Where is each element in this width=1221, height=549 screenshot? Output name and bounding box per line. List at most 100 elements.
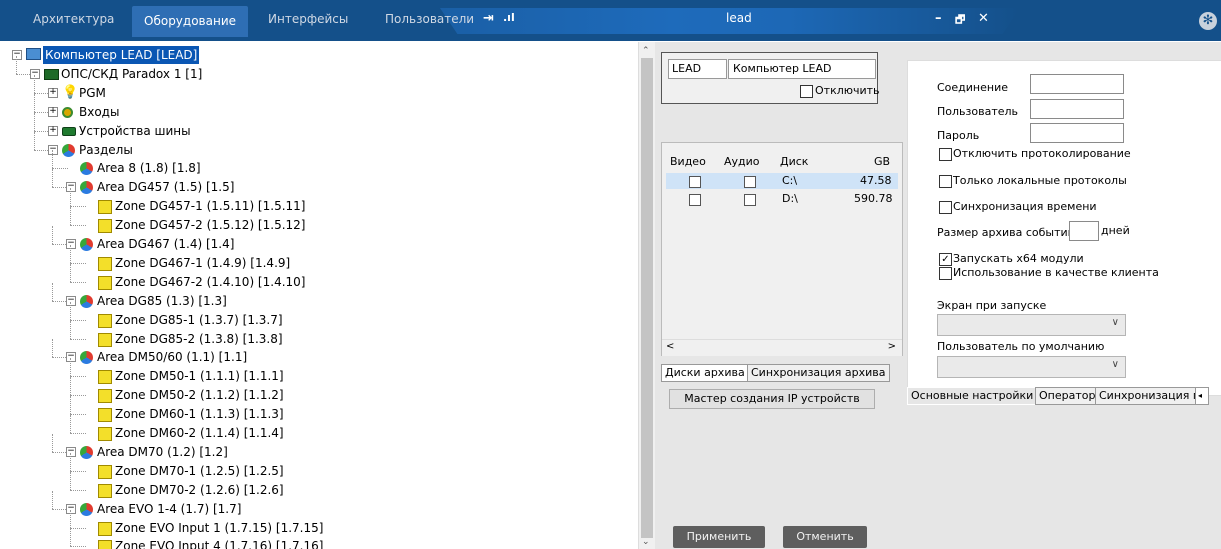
tree-item[interactable]: − Area DM50/60 (1.1) [1.1] — [0, 339, 636, 366]
tree-item[interactable]: Zone DM50-2 (1.1.2) [1.1.2] — [0, 377, 636, 404]
close-icon[interactable]: ✕ — [978, 11, 989, 26]
video-checkbox[interactable] — [689, 194, 701, 206]
tree-item[interactable]: + Устройства шины — [0, 112, 636, 140]
tree-item[interactable]: Zone DM70-2 (1.2.6) [1.2.6] — [0, 471, 636, 499]
audio-checkbox[interactable] — [744, 194, 756, 206]
tree-item[interactable]: + 💡 PGM — [0, 74, 636, 102]
local-logs-checkbox[interactable] — [939, 175, 952, 188]
connection-input[interactable] — [1030, 74, 1124, 94]
tab-interfaces[interactable]: Интерфейсы — [268, 12, 348, 26]
tree-item[interactable]: − Разделы — [0, 131, 636, 159]
as-client-checkbox[interactable] — [939, 267, 952, 280]
tree-connector — [70, 263, 71, 282]
tree-item[interactable]: Zone DG457-2 (1.5.12) [1.5.12] — [0, 207, 636, 234]
hardware-tree[interactable]: − Компьютер LEAD [LEAD] − ОПС/СКД Paradox 1… — [0, 42, 636, 549]
collapse-icon[interactable]: − — [66, 352, 76, 363]
tree-item[interactable]: Area 8 (1.8) [1.8] — [0, 150, 636, 177]
archive-size-input[interactable] — [1069, 221, 1099, 241]
scroll-right-icon[interactable]: > — [888, 341, 896, 352]
col-video: Видео — [670, 155, 706, 168]
signal-icon: .ıl — [503, 11, 515, 24]
tree-item[interactable]: − ОПС/СКД Paradox 1 [1] — [0, 55, 636, 83]
tab-archive-disks[interactable]: Диски архива — [661, 364, 749, 382]
audio-checkbox[interactable] — [744, 176, 756, 188]
tab-operator[interactable]: Оператор — [1035, 387, 1100, 405]
tree-item[interactable]: Zone EVO Input 4 (1.7.16) [1.7.16] — [0, 528, 636, 549]
apply-button[interactable]: Применить — [673, 526, 765, 548]
zone-icon — [98, 370, 112, 385]
tab-users[interactable]: Пользователи — [385, 12, 474, 26]
collapse-icon[interactable]: − — [66, 239, 76, 249]
tree-item[interactable]: + Входы — [0, 93, 636, 121]
disk-hscrollbar[interactable]: < > — [662, 339, 902, 356]
minimize-icon[interactable]: – — [935, 11, 942, 26]
disable-checkbox[interactable] — [800, 85, 813, 98]
object-name-field[interactable]: Компьютер LEAD — [728, 59, 876, 79]
tree-item[interactable]: Zone DM60-1 (1.1.3) [1.1.3] — [0, 396, 636, 423]
tree-item[interactable]: Zone DM50-1 (1.1.1) [1.1.1] — [0, 358, 636, 385]
area-icon — [80, 445, 93, 459]
scroll-thumb[interactable] — [641, 58, 653, 538]
tree-item[interactable]: Zone DG85-1 (1.3.7) [1.3.7] — [0, 301, 636, 329]
run-x64-checkbox[interactable]: ✓ — [939, 253, 952, 266]
tree-item[interactable]: Zone DG467-2 (1.4.10) [1.4.10] — [0, 263, 636, 291]
tab-equipment[interactable]: Оборудование — [132, 6, 248, 37]
collapse-icon[interactable]: − — [66, 446, 76, 457]
tree-item[interactable]: Zone DM70-1 (1.2.5) [1.2.5] — [0, 452, 636, 480]
tree-item[interactable]: − Area DG457 (1.5) [1.5] — [0, 169, 636, 196]
collapse-icon[interactable]: − — [66, 182, 76, 193]
tree-item[interactable]: − Area EVO 1-4 (1.7) [1.7] — [0, 490, 636, 518]
tree-scrollbar[interactable]: ⌃ ⌄ — [638, 42, 655, 549]
tab-archive-sync[interactable]: Синхронизация архива — [747, 364, 890, 382]
tree-connector — [70, 338, 86, 340]
scroll-left-icon[interactable]: < — [666, 341, 674, 352]
tab-general-settings[interactable]: Основные настройки — [907, 387, 1038, 405]
expand-icon[interactable]: + — [48, 106, 58, 117]
tree-item-label: Zone DM70-1 (1.2.5) [1.2.5] — [115, 463, 284, 478]
collapse-icon[interactable]: − — [48, 144, 58, 155]
tree-connector — [70, 433, 86, 434]
tree-item[interactable]: − Компьютер LEAD [LEAD] — [0, 46, 636, 64]
tab-scroll-left-icon[interactable]: ◂ — [1195, 387, 1209, 405]
expand-icon[interactable]: + — [48, 125, 58, 136]
tree-item[interactable]: Zone DG467-1 (1.4.9) [1.4.9] — [0, 244, 636, 272]
scroll-up-icon[interactable]: ⌃ — [642, 46, 650, 56]
tab-sync[interactable]: Синхронизация пр — [1095, 387, 1199, 405]
computer-icon — [26, 48, 41, 60]
gear-icon[interactable]: ✻ — [1199, 12, 1217, 30]
tree-item-label: Area 8 (1.8) [1.8] — [97, 161, 201, 176]
time-sync-checkbox[interactable] — [939, 201, 952, 214]
disable-log-checkbox[interactable] — [939, 148, 952, 161]
screen-start-select[interactable]: ∨ — [937, 314, 1126, 336]
tree-connector — [70, 358, 71, 377]
ip-wizard-button[interactable]: Мастер создания IP устройств — [669, 389, 875, 409]
collapse-icon[interactable]: − — [66, 503, 76, 514]
cancel-button[interactable]: Отменить — [783, 526, 867, 548]
expand-icon[interactable]: + — [48, 87, 58, 98]
tree-item[interactable]: − Area DG467 (1.4) [1.4] — [0, 226, 636, 253]
tree-item[interactable]: Zone EVO Input 1 (1.7.15) [1.7.15] — [0, 509, 636, 537]
scroll-down-icon[interactable]: ⌄ — [642, 537, 650, 547]
tree-item[interactable]: Zone DM60-2 (1.1.4) [1.1.4] — [0, 415, 636, 442]
tab-architecture[interactable]: Архитектура — [33, 12, 114, 26]
default-user-select[interactable]: ∨ — [937, 356, 1126, 378]
user-input[interactable] — [1030, 99, 1124, 119]
video-checkbox[interactable] — [689, 176, 701, 188]
tree-item[interactable]: − Area DG85 (1.3) [1.3] — [0, 282, 636, 310]
pin-icon[interactable]: ⇥ — [483, 11, 494, 26]
bulb-icon: 💡 — [62, 84, 79, 100]
tree-item[interactable]: − Area DM70 (1.2) [1.2] — [0, 433, 636, 461]
collapse-icon[interactable]: − — [66, 295, 76, 306]
area-icon — [80, 294, 93, 308]
collapse-icon[interactable]: − — [30, 68, 40, 79]
area-icon — [80, 238, 93, 251]
collapse-icon[interactable]: − — [12, 50, 22, 60]
tree-connector — [52, 490, 53, 509]
object-id-field[interactable]: LEAD — [668, 59, 727, 79]
restore-icon[interactable]: 🗗 — [955, 11, 965, 30]
tree-connector — [52, 168, 68, 170]
tree-item[interactable]: Zone DG85-2 (1.3.8) [1.3.8] — [0, 320, 636, 348]
zone-icon — [98, 256, 112, 271]
password-input[interactable] — [1030, 123, 1124, 143]
tree-item[interactable]: Zone DG457-1 (1.5.11) [1.5.11] — [0, 188, 636, 215]
